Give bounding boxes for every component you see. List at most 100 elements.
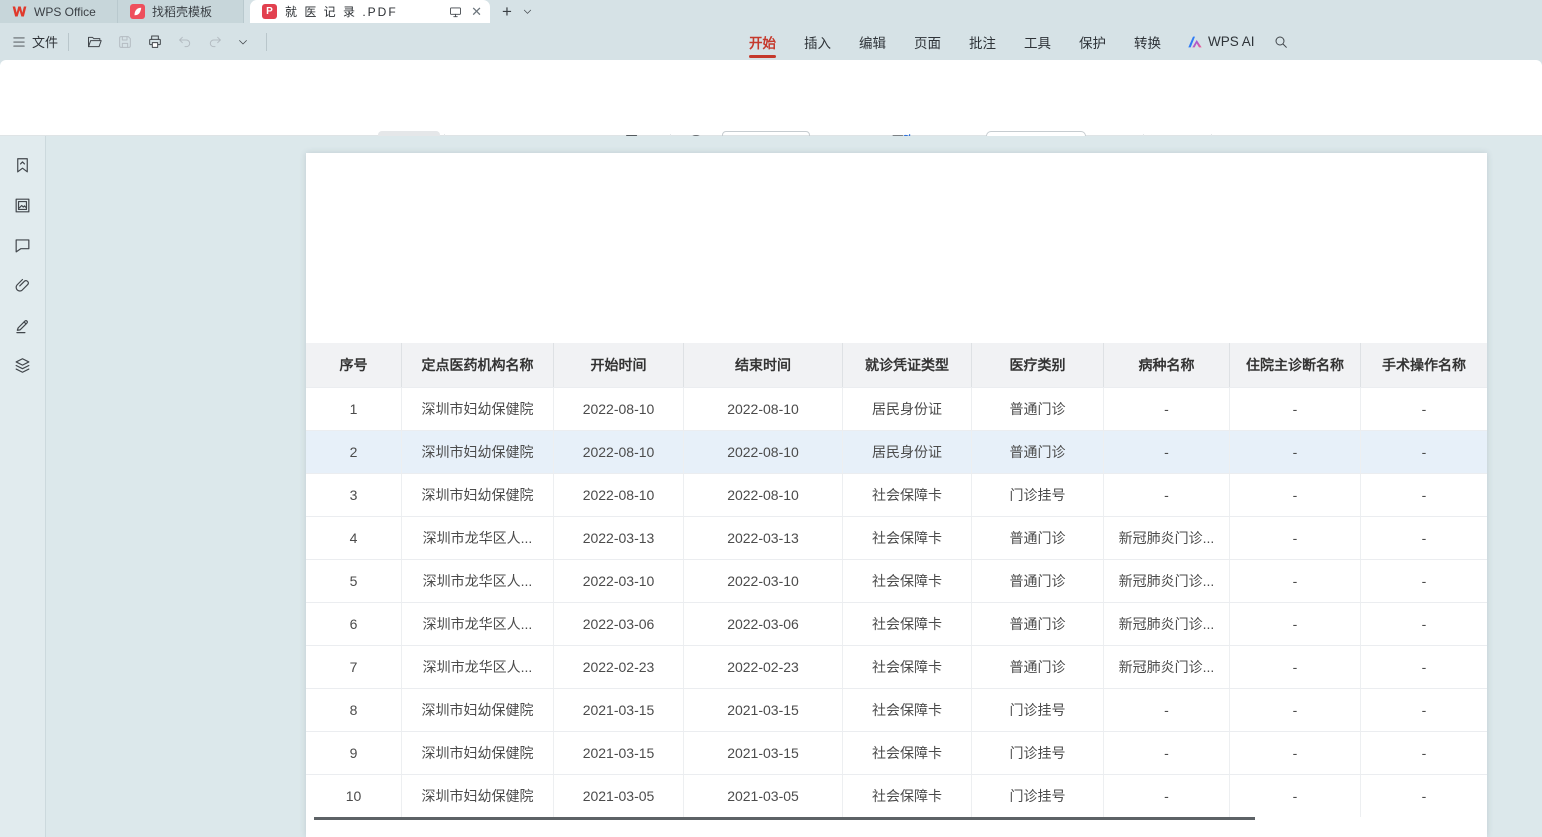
ribbon-tabs: 开始 插入 编辑 页面 批注 工具 保护 转换 WPS AI [735,23,1289,60]
attachment-icon[interactable] [13,276,32,295]
table-cell: 2022-08-10 [554,388,684,430]
record-table-body: 1深圳市妇幼保健院2022-08-102022-08-10居民身份证普通门诊--… [306,387,1487,817]
table-cell: 2021-03-15 [554,732,684,774]
table-cell: - [1230,646,1361,688]
quick-access-dropdown[interactable] [230,36,256,48]
table-cell: - [1361,560,1487,602]
table-row: 2深圳市妇幼保健院2022-08-102022-08-10居民身份证普通门诊--… [306,430,1487,473]
table-cell: 2022-08-10 [684,474,843,516]
printer-icon [147,34,163,50]
table-row: 7深圳市龙华区人...2022-02-232022-02-23社会保障卡普通门诊… [306,645,1487,688]
table-cell: - [1230,474,1361,516]
undo-icon [177,34,193,50]
tab-wps-office[interactable]: WPS Office [0,0,118,23]
comments-icon[interactable] [13,236,32,255]
ribbon-tab-edit[interactable]: 编辑 [845,23,900,60]
table-cell: 社会保障卡 [843,775,972,817]
ribbon-tab-home[interactable]: 开始 [735,23,790,60]
table-cell: 社会保障卡 [843,603,972,645]
monitor-icon[interactable] [448,5,463,19]
redo-button[interactable] [200,34,230,50]
ribbon-tab-comment[interactable]: 批注 [955,23,1010,60]
ribbon-toolbar: 手型 选择 PDF转换 输出为图片 拆分合并 播放 105.88% [0,60,1542,136]
table-cell: 新冠肺炎门诊... [1104,646,1230,688]
tab-list-chevron-icon[interactable] [522,6,533,17]
table-cell: 2022-03-13 [684,517,843,559]
open-file-button[interactable] [79,34,110,50]
table-row: 9深圳市妇幼保健院2021-03-152021-03-15社会保障卡门诊挂号--… [306,731,1487,774]
table-cell: 10 [306,775,402,817]
column-header: 结束时间 [684,343,843,387]
ribbon-tab-page[interactable]: 页面 [900,23,955,60]
table-cell: 2022-08-10 [684,388,843,430]
table-cell: - [1361,474,1487,516]
save-button[interactable] [110,34,140,50]
table-bottom-rule [314,817,1255,820]
table-cell: 普通门诊 [972,388,1104,430]
ribbon-tab-insert[interactable]: 插入 [790,23,845,60]
column-header: 开始时间 [554,343,684,387]
signature-icon[interactable] [13,316,32,335]
column-header: 手术操作名称 [1361,343,1487,387]
table-cell: 2021-03-15 [554,689,684,731]
table-cell: - [1104,689,1230,731]
table-cell: 社会保障卡 [843,474,972,516]
table-cell: 2 [306,431,402,473]
medical-record-table: 序号 定点医药机构名称 开始时间 结束时间 就诊凭证类型 医疗类别 病种名称 住… [306,343,1487,817]
table-cell: - [1361,603,1487,645]
table-cell: 2021-03-15 [684,732,843,774]
table-cell: 深圳市妇幼保健院 [402,732,554,774]
close-tab-icon[interactable]: ✕ [471,4,482,20]
tab-docer-templates[interactable]: 找稻壳模板 [118,0,244,23]
table-cell: - [1230,517,1361,559]
table-cell: 2022-08-10 [554,431,684,473]
table-cell: - [1230,388,1361,430]
table-cell: 门诊挂号 [972,775,1104,817]
ribbon-tab-protect[interactable]: 保护 [1065,23,1120,60]
table-cell: 2022-03-13 [554,517,684,559]
column-header: 定点医药机构名称 [402,343,554,387]
table-cell: 2021-03-05 [554,775,684,817]
table-cell: 5 [306,560,402,602]
wps-ai-button[interactable]: WPS AI [1187,34,1255,49]
menu-bar: 文件 开始 插入 编辑 页面 批注 工具 保护 转换 WPS AI [0,23,1542,60]
table-cell: 2021-03-15 [684,689,843,731]
wps-logo-icon [12,5,27,18]
table-cell: 社会保障卡 [843,646,972,688]
table-cell: - [1104,388,1230,430]
table-cell: - [1361,431,1487,473]
table-cell: 深圳市龙华区人... [402,603,554,645]
table-cell: - [1361,689,1487,731]
pdf-page[interactable]: 序号 定点医药机构名称 开始时间 结束时间 就诊凭证类型 医疗类别 病种名称 住… [306,153,1487,837]
table-cell: 深圳市妇幼保健院 [402,431,554,473]
undo-button[interactable] [170,34,200,50]
table-cell: - [1230,603,1361,645]
table-cell: - [1230,732,1361,774]
table-cell: 深圳市龙华区人... [402,517,554,559]
table-cell: 2022-02-23 [684,646,843,688]
new-tab-icon[interactable]: + [502,3,512,20]
table-cell: 深圳市龙华区人... [402,560,554,602]
search-icon[interactable] [1273,34,1289,50]
hamburger-icon [12,36,26,48]
table-cell: - [1230,775,1361,817]
table-cell: - [1230,689,1361,731]
table-row: 3深圳市妇幼保健院2022-08-102022-08-10社会保障卡门诊挂号--… [306,473,1487,516]
folder-open-icon [86,34,103,50]
ribbon-tab-convert[interactable]: 转换 [1120,23,1175,60]
table-cell: 2021-03-05 [684,775,843,817]
table-cell: 新冠肺炎门诊... [1104,517,1230,559]
file-menu-button[interactable]: 文件 [12,32,58,51]
tab-document-active[interactable]: P 就 医 记 录 .PDF ✕ [250,0,490,23]
print-button[interactable] [140,34,170,50]
table-cell: 普通门诊 [972,560,1104,602]
bookmarks-icon[interactable] [13,156,32,175]
wps-ai-logo-icon [1187,35,1203,49]
layers-icon[interactable] [13,356,32,375]
table-cell: - [1361,646,1487,688]
thumbnails-icon[interactable] [13,196,32,215]
table-cell: 2022-08-10 [684,431,843,473]
table-cell: - [1230,560,1361,602]
ribbon-tab-tools[interactable]: 工具 [1010,23,1065,60]
pdf-file-icon: P [262,4,277,19]
